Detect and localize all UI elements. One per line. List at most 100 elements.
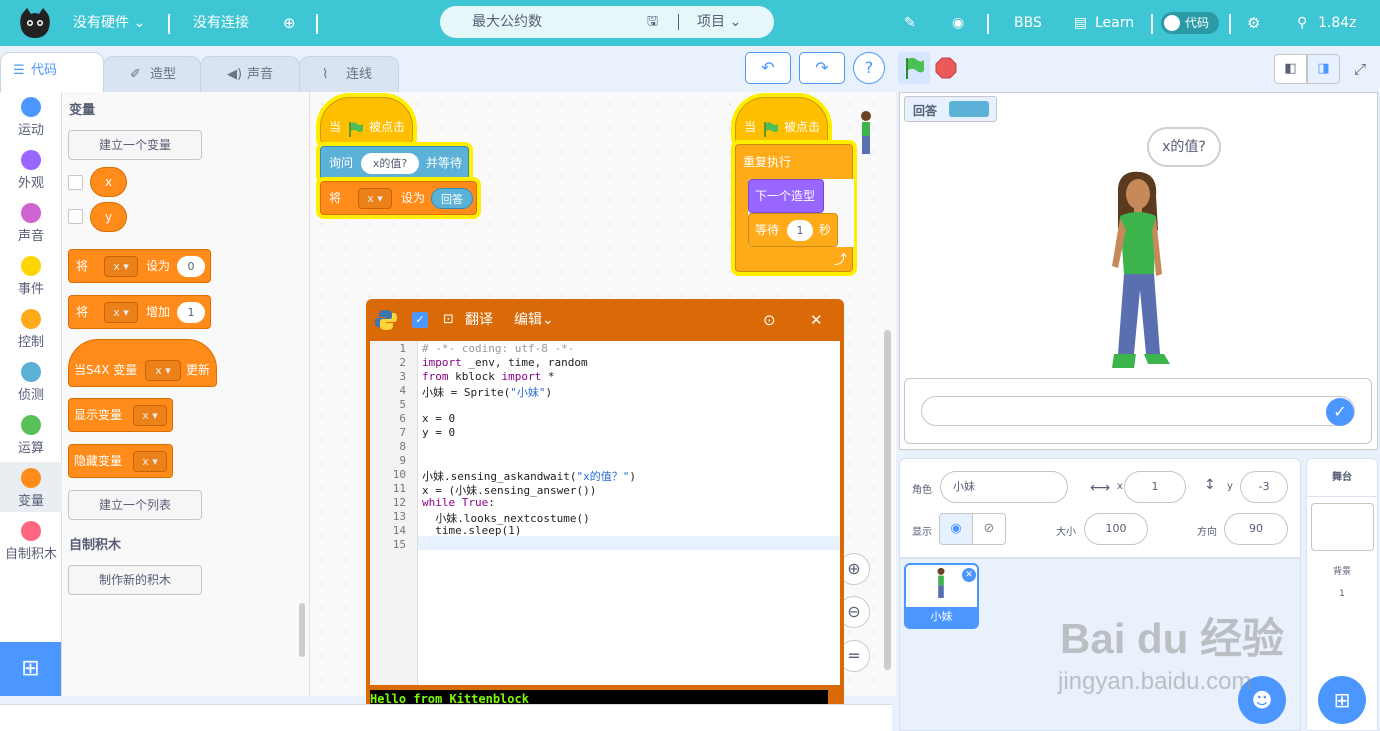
ask-and-wait-block[interactable]: 询问 x的值? 并等待 (320, 146, 469, 180)
dropdown-value: x (113, 306, 120, 319)
redo-button[interactable]: ↷ (799, 52, 845, 84)
value-input[interactable]: 0 (177, 256, 205, 277)
answer-monitor[interactable]: 回答 (904, 96, 997, 122)
answer-input[interactable] (921, 396, 1355, 426)
choose-backdrop-button[interactable]: ⊞ (1318, 676, 1366, 724)
category-my-blocks[interactable]: 自制积木 (0, 521, 62, 562)
make-list-button[interactable]: 建立一个列表 (68, 490, 202, 520)
when-flag-clicked-hat[interactable]: 当 被点击 (735, 97, 828, 143)
code-line[interactable]: x = 0 (422, 412, 455, 425)
fullscreen-button[interactable]: ⤢ (1344, 54, 1376, 84)
small-stage-button[interactable]: ◧ (1274, 54, 1307, 84)
code-mode-toggle[interactable]: 代码 (1161, 12, 1219, 34)
connection-menu[interactable]: 没有连接 (193, 0, 249, 46)
variable-dropdown[interactable]: x ▾ (133, 405, 167, 426)
category-sound[interactable]: 声音 (0, 203, 62, 244)
code-line[interactable]: import _env, time, random (422, 356, 588, 369)
girl-sprite[interactable] (1100, 170, 1180, 376)
make-variable-button[interactable]: 建立一个变量 (68, 130, 202, 160)
project-name-input[interactable]: 最大公约数 (472, 6, 542, 38)
variable-y-checkbox[interactable] (68, 209, 83, 224)
run-icon[interactable]: ⊙ (763, 299, 776, 341)
delete-sprite-icon[interactable]: ✕ (962, 568, 976, 582)
hardware-menu[interactable]: 没有硬件 ⌄ (73, 0, 145, 46)
direction-input[interactable]: 90 (1224, 513, 1288, 545)
answer-reporter[interactable]: 回答 (431, 188, 473, 209)
stop-button[interactable] (935, 57, 957, 79)
when-flag-clicked-hat[interactable]: 当 被点击 (320, 97, 413, 143)
size-input[interactable]: 100 (1084, 513, 1148, 545)
save-icon[interactable]: 🖫 (647, 6, 658, 38)
show-variable-block[interactable]: 显示变量 x ▾ (68, 398, 173, 432)
change-variable-block[interactable]: 将 x ▾ 增加 1 (68, 295, 211, 329)
variable-dropdown[interactable]: x ▾ (133, 451, 167, 472)
next-costume-block[interactable]: 下一个造型 (748, 179, 824, 213)
code-editor[interactable]: 1 2 3 4 5 6 7 8 9 10 11 12 13 14 15 # -*- coding: utf-… (370, 341, 840, 685)
x-position-input[interactable]: 1 (1124, 471, 1186, 503)
project-menu[interactable]: 项目 ⌄ (697, 6, 741, 38)
sprite-thumbnail-selected[interactable]: ✕ 小妹 (904, 563, 979, 629)
category-control[interactable]: 控制 (0, 309, 62, 350)
sprite-name-input[interactable]: 小妹 (940, 471, 1068, 503)
variable-y-reporter[interactable]: y (90, 202, 128, 232)
code-line[interactable]: # -*- coding: utf-8 -*- (422, 342, 574, 355)
variable-dropdown[interactable]: x ▾ (358, 188, 392, 209)
category-events[interactable]: 事件 (0, 256, 62, 297)
gear-icon[interactable]: ⚙ (1247, 0, 1260, 46)
sync-checkbox[interactable]: ✓ (412, 312, 428, 328)
pen-edit-icon[interactable]: ✎ (904, 0, 916, 46)
submit-answer-button[interactable]: ✓ (1326, 398, 1354, 426)
set-variable-block[interactable]: 将 x ▾ 设为 0 (68, 249, 211, 283)
ask-text-input[interactable]: x的值? (361, 153, 419, 174)
variable-x-reporter[interactable]: x (90, 167, 128, 197)
code-line[interactable]: 小妹 = Sprite("小妹") (422, 384, 552, 400)
help-button[interactable]: ? (853, 52, 885, 84)
normal-stage-button[interactable]: ◨ (1307, 54, 1340, 84)
y-position-input[interactable]: -3 (1240, 471, 1288, 503)
category-motion[interactable]: 运动 (0, 97, 62, 138)
tab-code[interactable]: ☰ 代码 (0, 52, 104, 92)
category-variables[interactable]: 变量 (0, 468, 62, 509)
kitten-logo-icon[interactable] (18, 6, 52, 40)
category-looks[interactable]: 外观 (0, 150, 62, 191)
block-label: 下一个造型 (755, 189, 816, 203)
dropdown-value: x (155, 364, 162, 377)
undo-button[interactable]: ↶ (745, 52, 791, 84)
tab-costumes[interactable]: ✐ 造型 (103, 56, 201, 92)
language-globe-icon[interactable]: ⊕ (283, 0, 296, 46)
code-line[interactable]: from kblock import * (422, 370, 554, 383)
undo-icon: ↶ (761, 58, 775, 77)
translate-button[interactable]: 翻译 (465, 299, 493, 341)
make-block-button[interactable]: 制作新的积木 (68, 565, 202, 595)
set-variable-block[interactable]: 将 x ▾ 设为 回答 (320, 181, 477, 215)
code-line[interactable]: y = 0 (422, 426, 455, 439)
wait-value-input[interactable]: 1 (787, 220, 813, 241)
variable-dropdown[interactable]: x ▾ (104, 302, 138, 323)
add-extension-button[interactable]: ⊞ (0, 642, 61, 696)
camera-icon[interactable]: ◉ (952, 0, 964, 46)
close-icon[interactable]: ✕ (810, 299, 823, 341)
edit-menu[interactable]: 编辑⌄ (514, 299, 554, 341)
tab-wiring[interactable]: ⌇ 连线 (299, 56, 399, 92)
value-input[interactable]: 1 (177, 302, 205, 323)
palette-scrollbar[interactable] (299, 603, 305, 657)
code-line[interactable]: while True: (422, 496, 495, 509)
when-variable-updated-block[interactable]: 当S4X 变量 x ▾ 更新 (68, 339, 217, 387)
tab-sounds[interactable]: ◀) 声音 (200, 56, 300, 92)
category-sensing[interactable]: 侦测 (0, 362, 62, 403)
hide-sprite-button[interactable]: ⊘ (972, 513, 1006, 545)
learn-link[interactable]: Learn (1095, 0, 1134, 46)
bbs-link[interactable]: BBS (1014, 0, 1042, 46)
variable-dropdown[interactable]: x ▾ (145, 360, 181, 381)
hide-variable-block[interactable]: 隐藏变量 x ▾ (68, 444, 173, 478)
backdrop-thumbnail[interactable] (1311, 503, 1374, 551)
workspace-scrollbar[interactable] (884, 330, 891, 670)
code-line[interactable]: time.sleep(1) (422, 524, 521, 537)
chevron-down-icon: ⌄ (729, 14, 742, 30)
green-flag-button[interactable] (898, 52, 930, 84)
variable-x-checkbox[interactable] (68, 175, 83, 190)
wait-seconds-block[interactable]: 等待 1 秒 (748, 213, 838, 247)
category-operators[interactable]: 运算 (0, 415, 62, 456)
show-sprite-button[interactable]: ◉ (939, 513, 973, 545)
variable-dropdown[interactable]: x ▾ (104, 256, 138, 277)
